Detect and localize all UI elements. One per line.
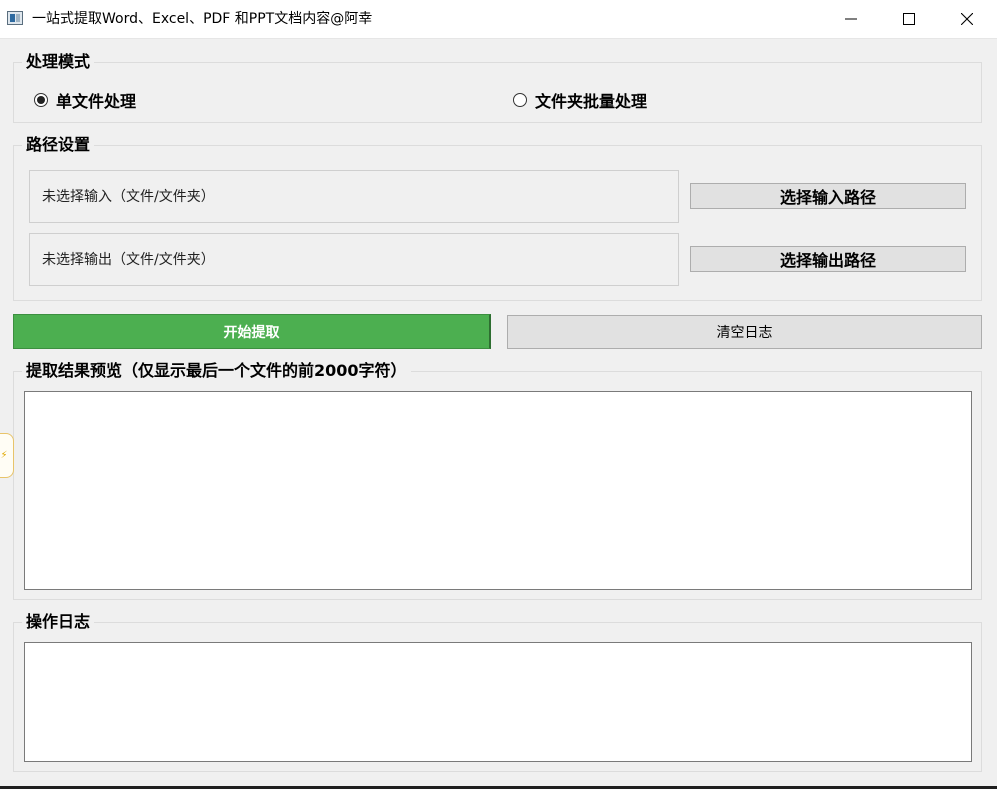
log-group-title: 操作日志 — [22, 612, 95, 632]
app-window-icon — [7, 11, 23, 25]
select-output-path-button[interactable]: 选择输出路径 — [690, 246, 966, 272]
close-icon — [961, 13, 973, 25]
side-float-handle[interactable]: ⚡ — [0, 433, 14, 478]
title-bar: 一站式提取Word、Excel、PDF 和PPT文档内容@阿幸 — [0, 0, 997, 39]
maximize-button[interactable] — [880, 0, 938, 38]
window-title: 一站式提取Word、Excel、PDF 和PPT文档内容@阿幸 — [32, 11, 373, 27]
radio-single-file-label: 单文件处理 — [56, 92, 137, 111]
maximize-icon — [903, 13, 915, 25]
preview-group-title: 提取结果预览（仅显示最后一个文件的前2000字符） — [22, 361, 411, 381]
preview-text-area[interactable] — [24, 391, 972, 590]
start-extract-button[interactable]: 开始提取 — [13, 314, 491, 349]
select-input-path-button[interactable]: 选择输入路径 — [690, 183, 966, 209]
radio-folder-batch[interactable]: 文件夹批量处理 — [513, 88, 647, 112]
radio-checked-icon — [34, 93, 48, 107]
mode-group — [13, 62, 982, 123]
mode-group-title: 处理模式 — [22, 52, 95, 72]
radio-folder-batch-label: 文件夹批量处理 — [535, 92, 648, 111]
output-path-display: 未选择输出（文件/文件夹） — [29, 233, 679, 286]
close-button[interactable] — [938, 0, 996, 38]
path-group-title: 路径设置 — [22, 135, 95, 155]
radio-unchecked-icon — [513, 93, 527, 107]
minimize-icon — [845, 18, 857, 20]
log-text-area[interactable] — [24, 642, 972, 762]
radio-single-file[interactable]: 单文件处理 — [34, 88, 136, 112]
clear-log-button[interactable]: 清空日志 — [507, 315, 982, 349]
lightning-icon: ⚡ — [0, 450, 8, 461]
input-path-display: 未选择输入（文件/文件夹） — [29, 170, 679, 223]
minimize-button[interactable] — [822, 0, 880, 38]
